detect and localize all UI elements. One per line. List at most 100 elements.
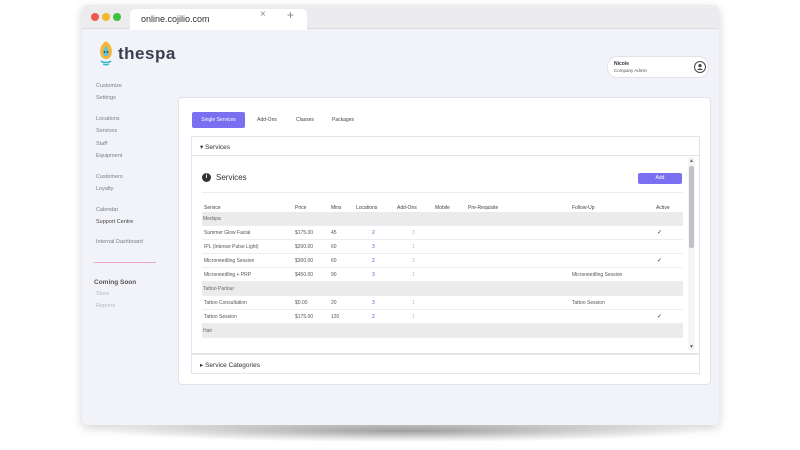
- sidebar-item-staff[interactable]: Staff: [96, 141, 107, 147]
- service-addons-link[interactable]: 1: [412, 300, 415, 306]
- column-header-follow-up: Follow-Up: [572, 205, 595, 211]
- user-role: Company Admin: [614, 68, 648, 73]
- user-name: Nicole: [614, 61, 630, 67]
- sidebar-item-calendar[interactable]: Calendar: [96, 207, 118, 213]
- new-tab-icon[interactable]: +: [287, 8, 294, 22]
- brand-name: thespa: [118, 44, 176, 63]
- service-price: $300.00: [295, 258, 314, 264]
- service-price: $200.00: [295, 244, 314, 250]
- user-menu[interactable]: Nicole Company Admin: [607, 56, 709, 78]
- add-service-button[interactable]: Add: [638, 173, 682, 184]
- column-header-mobile: Mobile: [435, 205, 450, 211]
- service-locations-link[interactable]: 2: [372, 258, 375, 264]
- sidebar-item-equipment[interactable]: Equipment: [96, 153, 122, 159]
- column-header-locations: Locations: [356, 205, 378, 211]
- lotus-icon: [100, 41, 112, 66]
- group-row-tattoo-parlour: Tattoo Parlour: [202, 282, 683, 296]
- column-header-pre-requisite: Pre-Requisite: [468, 205, 499, 211]
- service-name: Microneedling Session: [204, 258, 255, 264]
- tab-classes[interactable]: Classes: [289, 112, 321, 128]
- tab-add-ons[interactable]: Add-Ons: [248, 112, 286, 128]
- close-tab-icon[interactable]: ×: [260, 9, 266, 20]
- browser-tab[interactable]: online.cojilio.com: [130, 9, 307, 30]
- service-mins: 20: [331, 300, 337, 306]
- column-header-service: Service: [204, 205, 221, 211]
- column-header-active: Active: [656, 205, 670, 211]
- sidebar-item-locations[interactable]: Locations: [96, 116, 120, 122]
- group-label: Medspa: [203, 216, 221, 222]
- user-icon[interactable]: [694, 61, 706, 73]
- column-header-add-ons: Add-Ons: [397, 205, 417, 211]
- close-window-button[interactable]: [91, 13, 99, 21]
- sidebar-item-settings[interactable]: Settings: [96, 95, 116, 101]
- service-name: Tattoo Session: [204, 314, 237, 320]
- maximize-window-button[interactable]: [113, 13, 121, 21]
- sidebar-item-store: Store: [96, 291, 110, 297]
- browser-tab-title: online.cojilio.com: [141, 14, 210, 24]
- service-price: $175.00: [295, 314, 314, 320]
- service-price: $0.00: [295, 300, 308, 306]
- service-locations-link[interactable]: 3: [372, 300, 375, 306]
- service-locations-link[interactable]: 3: [372, 244, 375, 250]
- table-row[interactable]: Microneedling Session $300.00 60 2 3 ✓: [202, 254, 683, 268]
- column-header-price: Price: [295, 205, 307, 211]
- tab-single-services[interactable]: Single Services: [192, 112, 245, 128]
- sidebar-item-internal-dashboard[interactable]: Internal Dashboard: [96, 239, 143, 245]
- service-mins: 90: [331, 272, 337, 278]
- services-section-toggle[interactable]: ▾ Services: [200, 143, 230, 151]
- sidebar-item-customers[interactable]: Customers: [96, 174, 123, 180]
- service-mins: 60: [331, 258, 337, 264]
- services-card-title: Services: [216, 173, 247, 182]
- sidebar-item-support-centre[interactable]: Support Centre: [96, 219, 133, 225]
- table-row[interactable]: IPL (Intense Pulse Light) $200.00 60 3 1: [202, 240, 683, 254]
- table-row[interactable]: Tattoo Consultation $0.00 20 3 1 Tattoo …: [202, 296, 683, 310]
- table-row[interactable]: Summer Glow Facial $175.00 45 2 3 ✓: [202, 226, 683, 240]
- browser-window: online.cojilio.com × + thespa Customize …: [82, 5, 719, 425]
- sidebar-item-services[interactable]: Services: [96, 128, 117, 134]
- service-addons-link[interactable]: 3: [412, 258, 415, 264]
- service-mins: 60: [331, 244, 337, 250]
- service-mins: 45: [331, 230, 337, 236]
- service-locations-link[interactable]: 2: [372, 230, 375, 236]
- service-followup: Tattoo Session: [572, 300, 605, 306]
- services-section-header[interactable]: ▾ Services: [191, 136, 700, 156]
- info-icon: i: [202, 173, 211, 182]
- scroll-down-icon[interactable]: ▼: [688, 344, 695, 350]
- scroll-up-icon[interactable]: ▲: [688, 158, 695, 164]
- sidebar-item-customize[interactable]: Customize: [96, 83, 122, 89]
- service-addons-link[interactable]: 1: [412, 272, 415, 278]
- table-scrollbar[interactable]: ▲ ▼: [688, 158, 695, 350]
- service-name: Microneedling + PRP: [204, 272, 252, 278]
- service-followup: Microneedling Session: [572, 272, 623, 278]
- service-categories-section-header[interactable]: ▸ Service Categories: [191, 354, 700, 374]
- group-label: Tattoo Parlour: [203, 286, 235, 292]
- sidebar-item-loyalty[interactable]: Loyalty: [96, 186, 113, 192]
- sidebar-item-reports: Reports: [96, 303, 116, 309]
- service-categories-label: Service Categories: [205, 362, 260, 369]
- scrollbar-thumb[interactable]: [689, 166, 694, 248]
- brand-logo[interactable]: thespa: [96, 39, 186, 69]
- service-name: Tattoo Consultation: [204, 300, 247, 306]
- service-addons-link[interactable]: 1: [412, 244, 415, 250]
- service-locations-link[interactable]: 3: [372, 272, 375, 278]
- column-header-mins: Mins: [331, 205, 342, 211]
- group-row-medspa: Medspa: [202, 212, 683, 226]
- service-price: $450.00: [295, 272, 314, 278]
- group-label: Hair: [203, 328, 213, 334]
- table-row[interactable]: Microneedling + PRP $450.00 90 3 1 Micro…: [202, 268, 683, 282]
- services-card-divider: [202, 192, 683, 193]
- sidebar-divider: [94, 262, 156, 263]
- services-card: i Services Add Service Price Mins Locati…: [191, 156, 700, 354]
- minimize-window-button[interactable]: [102, 13, 110, 21]
- tab-packages[interactable]: Packages: [325, 112, 361, 128]
- service-locations-link[interactable]: 2: [372, 314, 375, 320]
- services-panel: Single Services Add-Ons Classes Packages…: [178, 97, 711, 385]
- service-addons-link[interactable]: 1: [412, 314, 415, 320]
- coming-soon-heading: Coming Soon: [94, 279, 137, 286]
- active-check-icon: ✓: [657, 258, 663, 264]
- active-check-icon: ✓: [657, 314, 663, 320]
- service-addons-link[interactable]: 3: [412, 230, 415, 236]
- table-row[interactable]: Tattoo Session $175.00 120 2 1 ✓: [202, 310, 683, 324]
- service-categories-toggle[interactable]: ▸ Service Categories: [200, 361, 260, 369]
- service-name: Summer Glow Facial: [204, 230, 251, 236]
